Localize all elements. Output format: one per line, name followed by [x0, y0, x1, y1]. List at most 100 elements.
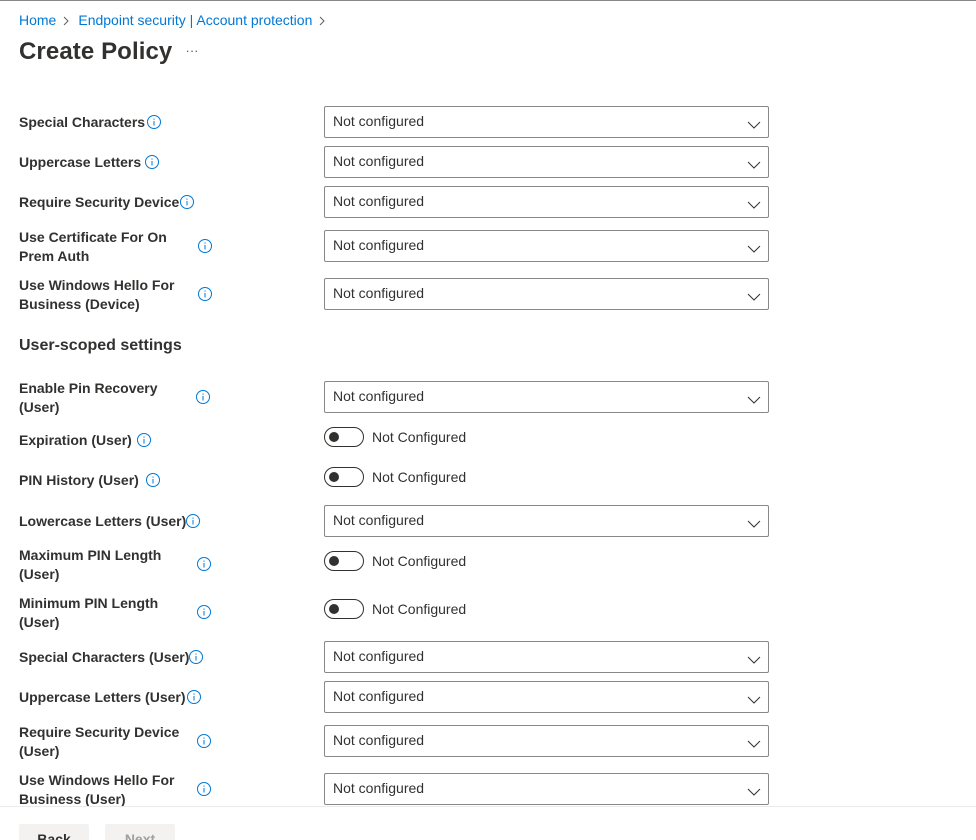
setting-label-line1: Use Windows Hello For [19, 772, 175, 788]
info-icon[interactable] [197, 286, 213, 302]
enable-pin-recovery-dropdown[interactable]: Not configured [324, 381, 769, 413]
setting-label-line2: (User) [19, 566, 60, 582]
setting-label: Enable Pin Recovery (User) [19, 379, 158, 417]
dropdown-value: Not configured [333, 388, 425, 404]
toggle-knob [329, 556, 339, 566]
back-button[interactable]: Back [19, 824, 89, 840]
info-icon[interactable] [188, 649, 204, 665]
info-icon[interactable] [196, 781, 212, 797]
info-icon[interactable] [179, 194, 195, 210]
setting-label-line2: Business (User) [19, 791, 126, 806]
wizard-footer: Back Next [0, 806, 976, 840]
setting-label-line2: (User) [19, 743, 60, 759]
dropdown-value: Not configured [333, 113, 425, 129]
uppercase-letters-dropdown[interactable]: Not configured [324, 146, 769, 178]
chevron-down-icon [747, 241, 761, 259]
setting-label: Uppercase Letters (User) [19, 689, 186, 705]
setting-row-require-security-device: Require Security Device Not configured [0, 186, 976, 218]
dropdown-value: Not configured [333, 648, 425, 664]
require-security-device-dropdown[interactable]: Not configured [324, 186, 769, 218]
setting-label-line1: Maximum PIN Length [19, 547, 162, 563]
chevron-down-icon [747, 736, 761, 754]
chevron-down-icon [747, 117, 761, 135]
dropdown-value: Not configured [333, 237, 425, 253]
require-security-device-user-dropdown[interactable]: Not configured [324, 725, 769, 757]
info-icon[interactable] [196, 556, 212, 572]
toggle-state-label: Not Configured [372, 601, 467, 617]
dropdown-value: Not configured [333, 193, 425, 209]
setting-label-line2: Business (Device) [19, 296, 140, 312]
special-characters-user-dropdown[interactable]: Not configured [324, 641, 769, 673]
info-icon[interactable] [195, 389, 211, 405]
setting-label: Use Certificate For On Prem Auth [19, 228, 167, 266]
info-icon[interactable] [146, 114, 162, 130]
setting-row-windows-hello-device: Use Windows Hello For Business (Device) … [0, 277, 976, 312]
setting-label: Special Characters (User) [19, 649, 190, 665]
setting-label-line1: Use Windows Hello For [19, 277, 175, 293]
setting-label-line2: Prem Auth [19, 248, 90, 264]
toggle-knob [329, 472, 339, 482]
setting-label-line1: Minimum PIN Length [19, 595, 159, 611]
pin-history-toggle[interactable] [324, 467, 364, 487]
info-icon[interactable] [145, 472, 161, 488]
setting-label: Minimum PIN Length (User) [19, 594, 158, 632]
toggle-state-label: Not Configured [372, 429, 467, 445]
info-icon[interactable] [185, 513, 201, 529]
setting-label-line1: Enable Pin Recovery [19, 380, 158, 396]
toggle-state-label: Not Configured [372, 553, 467, 569]
info-icon[interactable] [186, 689, 202, 705]
chevron-down-icon [747, 197, 761, 215]
setting-label: Uppercase Letters [19, 154, 142, 170]
setting-label: Expiration (User) [19, 432, 132, 448]
dropdown-value: Not configured [333, 153, 425, 169]
toggle-knob [329, 432, 339, 442]
setting-row-minimum-pin-length: Minimum PIN Length (User) Not Configured [0, 595, 976, 630]
expiration-toggle[interactable] [324, 427, 364, 447]
special-characters-dropdown[interactable]: Not configured [324, 106, 769, 138]
chevron-down-icon [747, 652, 761, 670]
setting-label: Require Security Device [19, 194, 180, 210]
maximum-pin-length-toggle[interactable] [324, 551, 364, 571]
info-icon[interactable] [196, 733, 212, 749]
chevron-down-icon [747, 516, 761, 534]
setting-label: PIN History (User) [19, 472, 139, 488]
lowercase-letters-dropdown[interactable]: Not configured [324, 505, 769, 537]
setting-label-line1: Require Security Device [19, 724, 180, 740]
uppercase-letters-user-dropdown[interactable]: Not configured [324, 681, 769, 713]
setting-label: Lowercase Letters (User) [19, 513, 187, 529]
settings-form: Special Characters Not configured Upperc… [0, 0, 976, 806]
setting-label: Maximum PIN Length (User) [19, 546, 161, 584]
info-icon[interactable] [196, 604, 212, 620]
info-icon[interactable] [136, 432, 152, 448]
setting-label-line2: (User) [19, 614, 60, 630]
setting-row-lowercase-letters: Lowercase Letters (User) Not configured [0, 505, 976, 537]
dropdown-value: Not configured [333, 732, 425, 748]
setting-row-pin-history: PIN History (User) Not Configured [0, 467, 976, 488]
info-icon[interactable] [197, 238, 213, 254]
setting-label: Use Windows Hello For Business (Device) [19, 276, 174, 314]
minimum-pin-length-toggle[interactable] [324, 599, 364, 619]
toggle-knob [329, 604, 339, 614]
setting-label: Require Security Device (User) [19, 723, 179, 761]
setting-row-uppercase-letters: Uppercase Letters Not configured [0, 146, 976, 178]
use-certificate-dropdown[interactable]: Not configured [324, 230, 769, 262]
setting-row-enable-pin-recovery: Enable Pin Recovery (User) Not configure… [0, 380, 976, 415]
info-icon[interactable] [144, 154, 160, 170]
setting-row-expiration: Expiration (User) Not Configured [0, 427, 976, 448]
section-title-user-scoped: User-scoped settings [19, 337, 182, 354]
windows-hello-device-dropdown[interactable]: Not configured [324, 278, 769, 310]
dropdown-value: Not configured [333, 780, 425, 796]
chevron-down-icon [747, 157, 761, 175]
chevron-down-icon [747, 289, 761, 307]
setting-row-uppercase-letters-user: Uppercase Letters (User) Not configured [0, 681, 976, 713]
setting-label-line2: (User) [19, 399, 60, 415]
chevron-down-icon [747, 392, 761, 410]
setting-row-special-characters-user: Special Characters (User) Not configured [0, 641, 976, 673]
setting-label-line1: Use Certificate For On [19, 229, 167, 245]
chevron-down-icon [747, 692, 761, 710]
chevron-down-icon [747, 784, 761, 802]
setting-row-windows-hello-user: Use Windows Hello For Business (User) No… [0, 772, 976, 806]
windows-hello-user-dropdown[interactable]: Not configured [324, 773, 769, 805]
next-button[interactable]: Next [105, 824, 175, 840]
toggle-state-label: Not Configured [372, 469, 467, 485]
